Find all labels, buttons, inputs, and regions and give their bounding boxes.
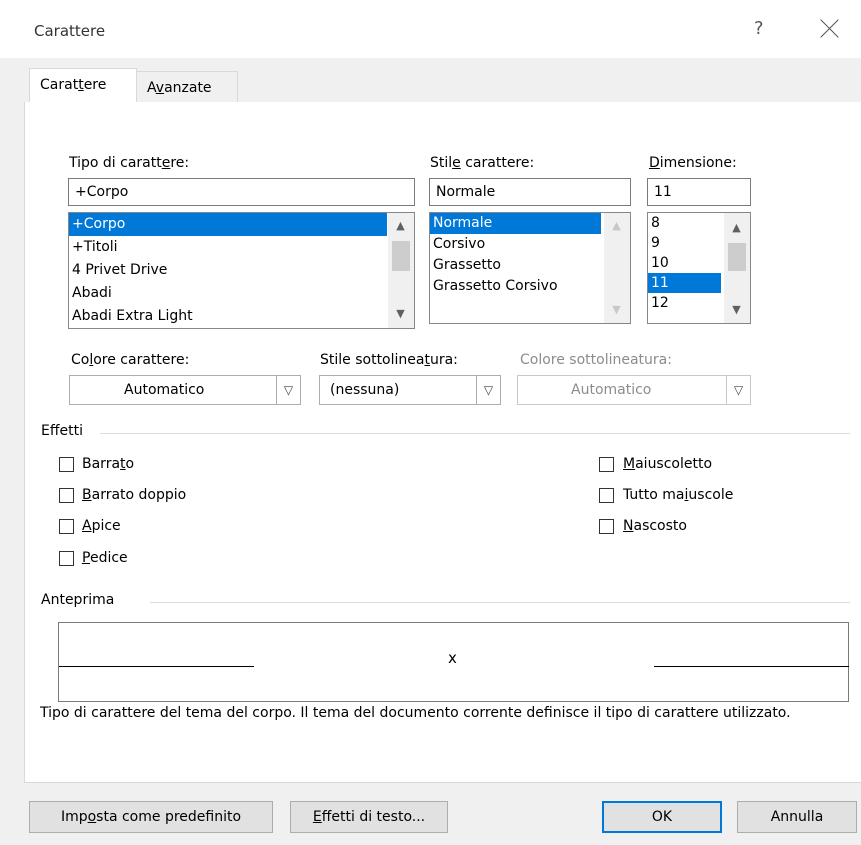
set-default-button[interactable]: Imposta come predefinito [29, 801, 273, 833]
strikethrough-checkbox[interactable] [59, 457, 74, 472]
list-item[interactable]: 4 Privet Drive [69, 259, 414, 282]
scroll-thumb[interactable] [728, 243, 746, 271]
close-icon[interactable] [814, 13, 846, 45]
help-button[interactable]: ? [754, 18, 764, 39]
double-strikethrough-checkbox[interactable] [59, 488, 74, 503]
preview-baseline-left [59, 666, 254, 667]
font-list[interactable]: +Corpo +Titoli 4 Privet Drive Abadi Abad… [68, 212, 415, 329]
scroll-up-icon[interactable]: ▲ [392, 219, 409, 232]
size-list[interactable]: 8 9 10 11 12 ▲ ▼ [647, 212, 751, 324]
preview-box: x [58, 622, 849, 702]
underline-color-dropdown[interactable]: Automatico ▽ [517, 375, 751, 405]
preview-title: Anteprima [41, 592, 121, 608]
cancel-button[interactable]: Annulla [737, 801, 857, 833]
list-item[interactable]: Normale [430, 213, 601, 234]
list-item[interactable]: +Corpo [69, 213, 387, 236]
preview-baseline-right [654, 666, 849, 667]
underline-style-label: Stile sottolineatura: [320, 352, 458, 368]
style-input[interactable]: Normale [429, 178, 631, 206]
preview-description: Tipo di carattere del tema del corpo. Il… [40, 705, 791, 721]
preview-divider [150, 602, 850, 603]
font-color-dropdown[interactable]: Automatico ▽ [69, 375, 301, 405]
size-input[interactable]: 11 [647, 178, 751, 206]
style-list[interactable]: Normale Corsivo Grassetto Grassetto Cors… [429, 212, 631, 324]
small-caps-label[interactable]: Maiuscoletto [623, 456, 712, 472]
size-list-scrollbar[interactable]: ▲ ▼ [724, 213, 750, 323]
font-color-label: Colore carattere: [71, 352, 190, 368]
effects-title: Effetti [41, 423, 89, 439]
scroll-up-icon[interactable]: ▲ [608, 219, 625, 232]
tab-avanzate[interactable]: Avanzate [136, 71, 238, 104]
preview-sample: x [448, 649, 457, 667]
style-list-scrollbar[interactable]: ▲ ▼ [604, 213, 630, 323]
underline-style-dropdown[interactable]: (nessuna) ▽ [319, 375, 501, 405]
underline-color-label: Colore sottolineatura: [520, 352, 672, 368]
ok-button[interactable]: OK [602, 801, 722, 833]
scroll-down-icon[interactable]: ▼ [392, 307, 409, 320]
tab-carattere[interactable]: Carattere [29, 68, 137, 104]
dialog-title: Carattere [34, 22, 106, 40]
scroll-down-icon[interactable]: ▼ [608, 303, 625, 316]
font-label: Tipo di carattere: [69, 155, 190, 171]
list-item[interactable]: Abadi Extra Light [69, 305, 414, 328]
small-caps-checkbox[interactable] [599, 457, 614, 472]
size-label: Dimensione: [649, 155, 737, 171]
scroll-down-icon[interactable]: ▼ [728, 303, 745, 316]
font-input[interactable]: +Corpo [68, 178, 415, 206]
scroll-thumb[interactable] [392, 241, 410, 271]
hidden-label[interactable]: Nascosto [623, 518, 687, 534]
list-item[interactable]: Corsivo [430, 234, 630, 255]
superscript-label[interactable]: Apice [82, 518, 121, 534]
hidden-checkbox[interactable] [599, 519, 614, 534]
chevron-down-icon[interactable]: ▽ [476, 376, 500, 404]
strikethrough-label[interactable]: Barrato [82, 456, 134, 472]
subscript-label[interactable]: Pedice [82, 550, 128, 566]
all-caps-label[interactable]: Tutto maiuscole [623, 487, 733, 503]
effects-divider [100, 433, 850, 434]
list-item[interactable]: 11 [648, 273, 721, 293]
chevron-down-icon[interactable]: ▽ [726, 376, 750, 404]
list-item[interactable]: Grassetto Corsivo [430, 276, 630, 297]
style-label: Stile carattere: [430, 155, 535, 171]
all-caps-checkbox[interactable] [599, 488, 614, 503]
superscript-checkbox[interactable] [59, 519, 74, 534]
text-effects-button[interactable]: Effetti di testo... [290, 801, 448, 833]
scroll-up-icon[interactable]: ▲ [728, 221, 745, 234]
list-item[interactable]: +Titoli [69, 236, 414, 259]
list-item[interactable]: Abadi [69, 282, 414, 305]
chevron-down-icon[interactable]: ▽ [276, 376, 300, 404]
subscript-checkbox[interactable] [59, 551, 74, 566]
font-list-scrollbar[interactable]: ▲ ▼ [388, 213, 414, 328]
double-strikethrough-label[interactable]: Barrato doppio [82, 487, 186, 503]
list-item[interactable]: Grassetto [430, 255, 630, 276]
